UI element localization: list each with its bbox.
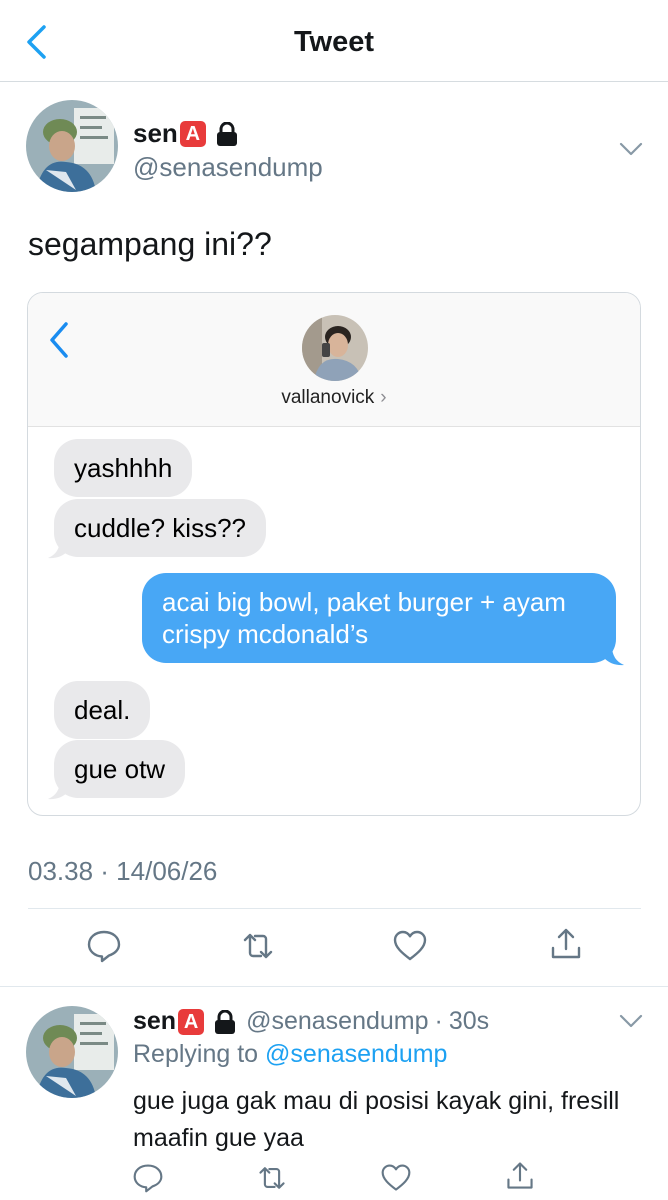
message-bubble-incoming: deal.: [54, 681, 151, 739]
avatar[interactable]: [26, 1006, 118, 1098]
page-title: Tweet: [293, 26, 375, 58]
divider: [0, 986, 668, 987]
back-arrow-icon: [50, 322, 68, 358]
retweet-icon[interactable]: [240, 928, 276, 964]
lock-icon: [216, 121, 237, 146]
chevron-down-icon[interactable]: [619, 1014, 643, 1028]
reply-icon[interactable]: [132, 1162, 164, 1194]
reply-text: gue juga gak mau di posisi kayak gini, f…: [133, 1087, 620, 1152]
chevron-down-icon[interactable]: [619, 142, 643, 156]
message-bubble-outgoing: acai big bowl, paket burger + ayam crisp…: [142, 573, 616, 663]
retweet-icon[interactable]: [256, 1162, 288, 1194]
bubble-tail: [604, 646, 624, 666]
contact-name: vallanovick: [281, 387, 375, 408]
author-display-name[interactable]: sen: [133, 118, 178, 149]
meta-dot: ·: [434, 1007, 443, 1035]
tweet-timestamp: 03.38 · 14/06/26: [28, 856, 218, 886]
replying-to-handle[interactable]: @senasendump: [265, 1040, 447, 1068]
like-icon[interactable]: [380, 1162, 412, 1194]
contact-avatar: [302, 315, 368, 381]
replying-to: Replying to @senasendump: [133, 1040, 447, 1069]
replying-to-label: Replying to: [133, 1040, 259, 1068]
attached-image[interactable]: vallanovick › yashhhh cuddle? kiss?? acai…: [27, 292, 641, 816]
bubble-tail: [48, 539, 68, 559]
author-name-row[interactable]: sen A: [133, 118, 238, 149]
reply-icon[interactable]: [86, 928, 122, 964]
reply-author-row[interactable]: sen A @senasendump · 30s: [133, 1007, 489, 1036]
reply-display-name[interactable]: sen: [133, 1007, 176, 1036]
contact-chevron: ›: [380, 387, 387, 408]
message-bubble-incoming: cuddle? kiss??: [54, 499, 266, 557]
reply-handle[interactable]: @senasendump: [246, 1007, 428, 1036]
tweet-text: segampang ini??: [28, 226, 272, 262]
contact-name-row: vallanovick ›: [28, 387, 640, 409]
message-bubble-incoming: yashhhh: [54, 439, 193, 497]
a-button-emoji: A: [179, 120, 206, 147]
chat-header: vallanovick ›: [28, 293, 640, 427]
top-bar: Tweet: [0, 0, 668, 82]
avatar[interactable]: [26, 100, 118, 192]
like-icon[interactable]: [392, 928, 428, 964]
divider: [28, 908, 641, 909]
share-icon[interactable]: [504, 1160, 536, 1192]
share-icon[interactable]: [548, 926, 584, 962]
author-handle[interactable]: @senasendump: [133, 152, 323, 183]
lock-icon: [215, 1009, 236, 1034]
a-button-emoji: A: [178, 1008, 205, 1035]
message-bubble-incoming: gue otw: [54, 740, 186, 798]
reply-time: 30s: [448, 1007, 490, 1035]
bubble-tail: [48, 780, 68, 800]
